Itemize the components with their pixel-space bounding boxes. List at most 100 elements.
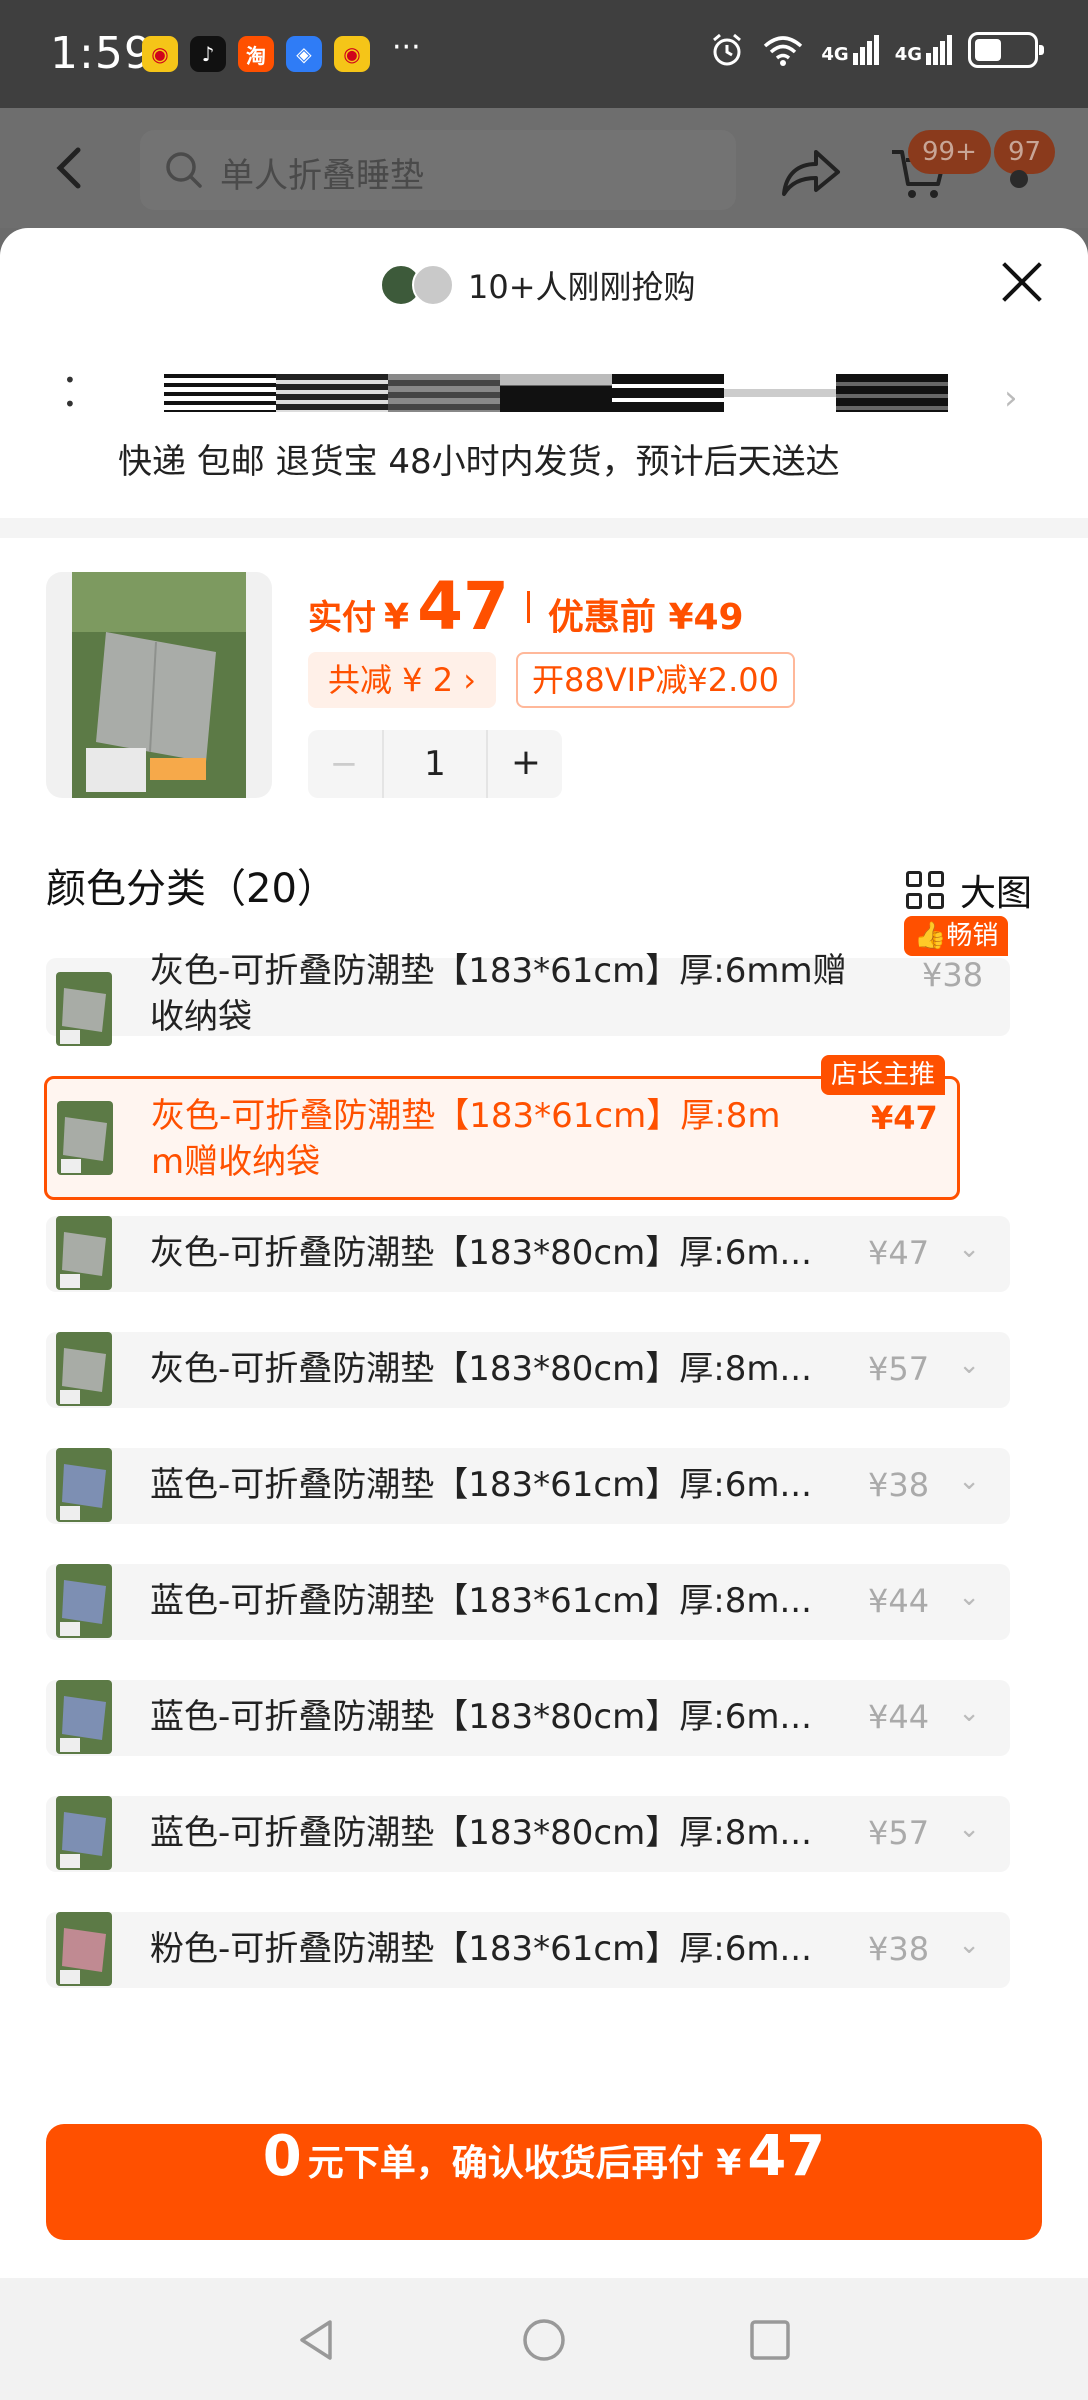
variant-label-line1: 灰色-可折叠防潮垫【183*61cm】厚:8m [151, 1096, 781, 1136]
section-title: 颜色分类（20） [46, 866, 337, 912]
variant-thumbnail [56, 1680, 112, 1754]
variant-price: ¥38 [868, 1466, 930, 1504]
status-indicators: 4G 4G [709, 32, 1044, 68]
order-button[interactable]: 0 元下单，确认收货后再付 ¥ 47 [46, 2124, 1042, 2240]
variant-item[interactable]: 灰色-可折叠防潮垫【183*61cm】厚:6mm赠 收纳袋 ¥38 👍畅销 [46, 916, 1010, 1046]
quantity-plus-button[interactable]: + [490, 730, 562, 798]
recent-buyers: 10+人刚刚抢购 [380, 262, 696, 308]
variant-label: 蓝色-可折叠防潮垫【183*80cm】厚:6m... [150, 1697, 812, 1737]
variant-item-selected[interactable]: 灰色-可折叠防潮垫【183*61cm】厚:8m m赠收纳袋 ¥47 店长主推 [44, 1055, 960, 1200]
price-row: 实付 ¥ 47 优惠前 ¥49 [308, 568, 744, 645]
weibo-icon: ◉ [334, 36, 370, 72]
quantity-minus-button[interactable]: − [308, 730, 380, 798]
chevron-down-icon[interactable]: ⌄ [958, 1234, 980, 1264]
notification-icons: ◉ ♪ 淘 ◈ ◉ [142, 36, 370, 72]
variant-thumbnail [57, 1101, 113, 1175]
variant-price: ¥44 [868, 1698, 930, 1736]
variant-label: 蓝色-可折叠防潮垫【183*80cm】厚:8m... [150, 1813, 812, 1853]
system-nav-bar [0, 2278, 1088, 2400]
search-icon [166, 152, 202, 188]
variant-price: ¥38 [868, 1930, 930, 1968]
dot-indicator: • • [64, 368, 76, 416]
chevron-down-icon[interactable]: ⌄ [958, 1814, 980, 1844]
store-recommend-tag: 店长主推 [821, 1055, 946, 1095]
variant-thumbnail [56, 1332, 112, 1406]
variant-item[interactable]: 粉色-可折叠防潮垫【183*61cm】厚:6m... ¥38 ⌄ [46, 1912, 1010, 1988]
cta-amount-left: 0 [262, 2124, 302, 2189]
variant-label: 粉色-可折叠防潮垫【183*61cm】厚:6m... [150, 1929, 812, 1969]
bestseller-tag: 👍畅销 [904, 916, 1009, 956]
variant-label: 灰色-可折叠防潮垫【183*61cm】厚:6mm赠 收纳袋 [150, 948, 847, 1040]
chevron-down-icon[interactable]: ⌄ [958, 1582, 980, 1612]
variant-thumbnail [56, 972, 112, 1046]
cart-badge: 99+ [908, 130, 991, 174]
variant-price: ¥57 [868, 1350, 930, 1388]
chevron-down-icon[interactable]: ⌄ [958, 1930, 980, 1960]
barcode-strip [164, 374, 948, 412]
more-notifications: ··· [392, 30, 421, 65]
discount-chip[interactable]: 共减 ¥ 2 › [308, 652, 497, 708]
chevron-down-icon[interactable]: ⌄ [958, 1350, 980, 1380]
network-type: 4G [821, 44, 849, 65]
variant-item[interactable]: 蓝色-可折叠防潮垫【183*61cm】厚:6m... ¥38 ⌄ [46, 1448, 1010, 1524]
weibo-icon: ◉ [142, 36, 178, 72]
product-image[interactable] [46, 572, 272, 798]
bottom-bar: 0 元下单，确认收货后再付 ¥ 47 [0, 2094, 1088, 2278]
large-image-label: 大图 [960, 873, 1033, 914]
search-input[interactable]: 单人折叠睡垫 [140, 130, 736, 210]
quantity-value[interactable]: 1 [382, 730, 488, 798]
buyers-text: 10+人刚刚抢购 [468, 268, 696, 306]
back-arrow-icon[interactable] [44, 138, 94, 198]
signal-icon: 4G [895, 35, 952, 65]
price-amount: 47 [417, 568, 509, 645]
variant-price: ¥38 [922, 956, 984, 994]
large-image-toggle[interactable]: 大图 [906, 864, 1032, 916]
variant-label: 灰色-可折叠防潮垫【183*61cm】厚:8m m赠收纳袋 [151, 1093, 780, 1185]
share-icon[interactable] [780, 144, 844, 200]
nav-recents-icon[interactable] [746, 2316, 794, 2364]
variant-label: 灰色-可折叠防潮垫【183*80cm】厚:6m... [150, 1233, 812, 1273]
price-label: 实付 [308, 598, 376, 638]
sku-sheet: 10+人刚刚抢购 •• › 快递 包邮 退货宝 48小时内发货，预计后天送达 [0, 228, 1088, 2400]
vip-discount-chip[interactable]: 开88VIP减¥2.00 [516, 652, 795, 708]
nav-home-icon[interactable] [520, 2316, 568, 2364]
status-bar: 1:59 ◉ ♪ 淘 ◈ ◉ ··· 4G 4G [0, 0, 1088, 108]
network-type: 4G [894, 44, 922, 65]
cta-text: 元下单，确认收货后再付 ¥ [307, 2143, 742, 2184]
cta-amount-right: 47 [747, 2124, 826, 2189]
status-time: 1:59 [50, 28, 153, 79]
grid-icon [906, 871, 944, 909]
variant-item[interactable]: 蓝色-可折叠防潮垫【183*80cm】厚:8m... ¥57 ⌄ [46, 1796, 1010, 1872]
variant-price: ¥47 [868, 1234, 930, 1272]
more-icon[interactable] [1010, 170, 1028, 188]
variant-label: 蓝色-可折叠防潮垫【183*61cm】厚:8m... [150, 1581, 812, 1621]
variant-price: ¥44 [868, 1582, 930, 1620]
quantity-stepper: − 1 + [308, 730, 562, 798]
nav-back-icon[interactable] [292, 2316, 340, 2364]
close-button[interactable] [1000, 260, 1044, 304]
signal-icon: 4G [821, 35, 879, 65]
variant-price: ¥57 [868, 1814, 930, 1852]
screen: 1:59 ◉ ♪ 淘 ◈ ◉ ··· 4G 4G 单人折叠睡垫 99+ 97 1… [0, 0, 1088, 2400]
variant-item[interactable]: 蓝色-可折叠防潮垫【183*61cm】厚:8m... ¥44 ⌄ [46, 1564, 1010, 1640]
variant-thumbnail [56, 1564, 112, 1638]
variant-label: 蓝色-可折叠防潮垫【183*61cm】厚:6m... [150, 1465, 812, 1505]
price-separator [526, 590, 530, 623]
variant-item[interactable]: 蓝色-可折叠防潮垫【183*80cm】厚:6m... ¥44 ⌄ [46, 1680, 1010, 1756]
app-icon: ◈ [286, 36, 322, 72]
variant-thumbnail [56, 1912, 112, 1986]
search-placeholder: 单人折叠睡垫 [220, 156, 424, 196]
variant-label-line2: m赠收纳袋 [151, 1142, 321, 1182]
wifi-icon [764, 36, 803, 66]
variant-item[interactable]: 灰色-可折叠防潮垫【183*80cm】厚:6m... ¥47 ⌄ [46, 1216, 1010, 1292]
variant-label: 灰色-可折叠防潮垫【183*80cm】厚:8m... [150, 1349, 812, 1389]
chevron-down-icon[interactable]: ⌄ [958, 1698, 980, 1728]
product-photo [72, 572, 246, 798]
tiktok-icon: ♪ [190, 36, 226, 72]
shipping-info: 快递 包邮 退货宝 48小时内发货，预计后天送达 [118, 442, 840, 482]
variant-item[interactable]: 灰色-可折叠防潮垫【183*80cm】厚:8m... ¥57 ⌄ [46, 1332, 1010, 1408]
chevron-down-icon[interactable]: ⌄ [958, 1466, 980, 1496]
chevron-right-icon[interactable]: › [1004, 378, 1018, 418]
battery-icon [968, 32, 1044, 68]
avatar [412, 264, 454, 306]
